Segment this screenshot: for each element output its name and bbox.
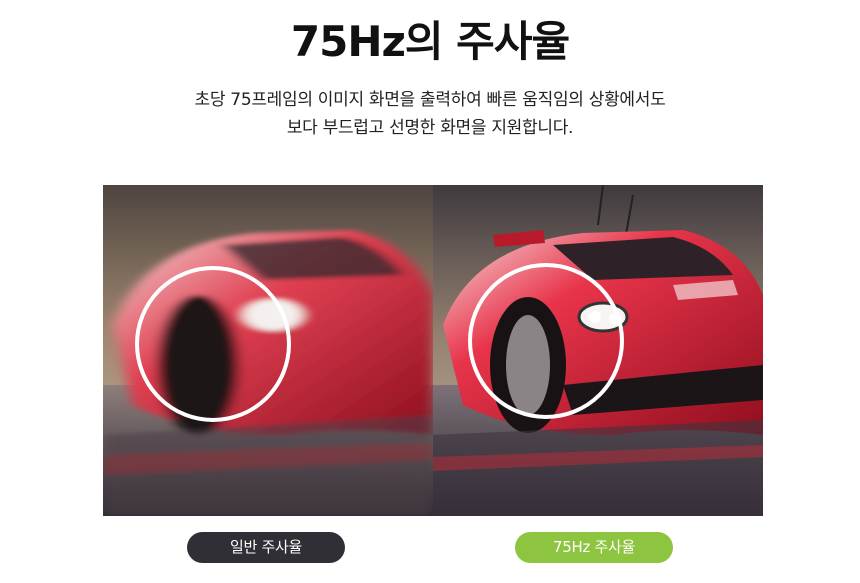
description-line-2: 보다 부드럽고 선명한 화면을 지원합니다. xyxy=(286,118,574,138)
normal-refresh-image xyxy=(103,185,433,516)
75hz-refresh-image xyxy=(433,185,763,516)
description: 초당 75프레임의 이미지 화면을 출력하여 빠른 움직임의 상황에서도 보다 … xyxy=(0,86,860,142)
description-line-1: 초당 75프레임의 이미지 화면을 출력하여 빠른 움직임의 상황에서도 xyxy=(194,90,666,110)
normal-refresh-badge: 일반 주사율 xyxy=(187,532,345,563)
page-title: 75Hz의 주사율 xyxy=(290,17,570,66)
75hz-refresh-badge: 75Hz 주사율 xyxy=(515,532,673,563)
